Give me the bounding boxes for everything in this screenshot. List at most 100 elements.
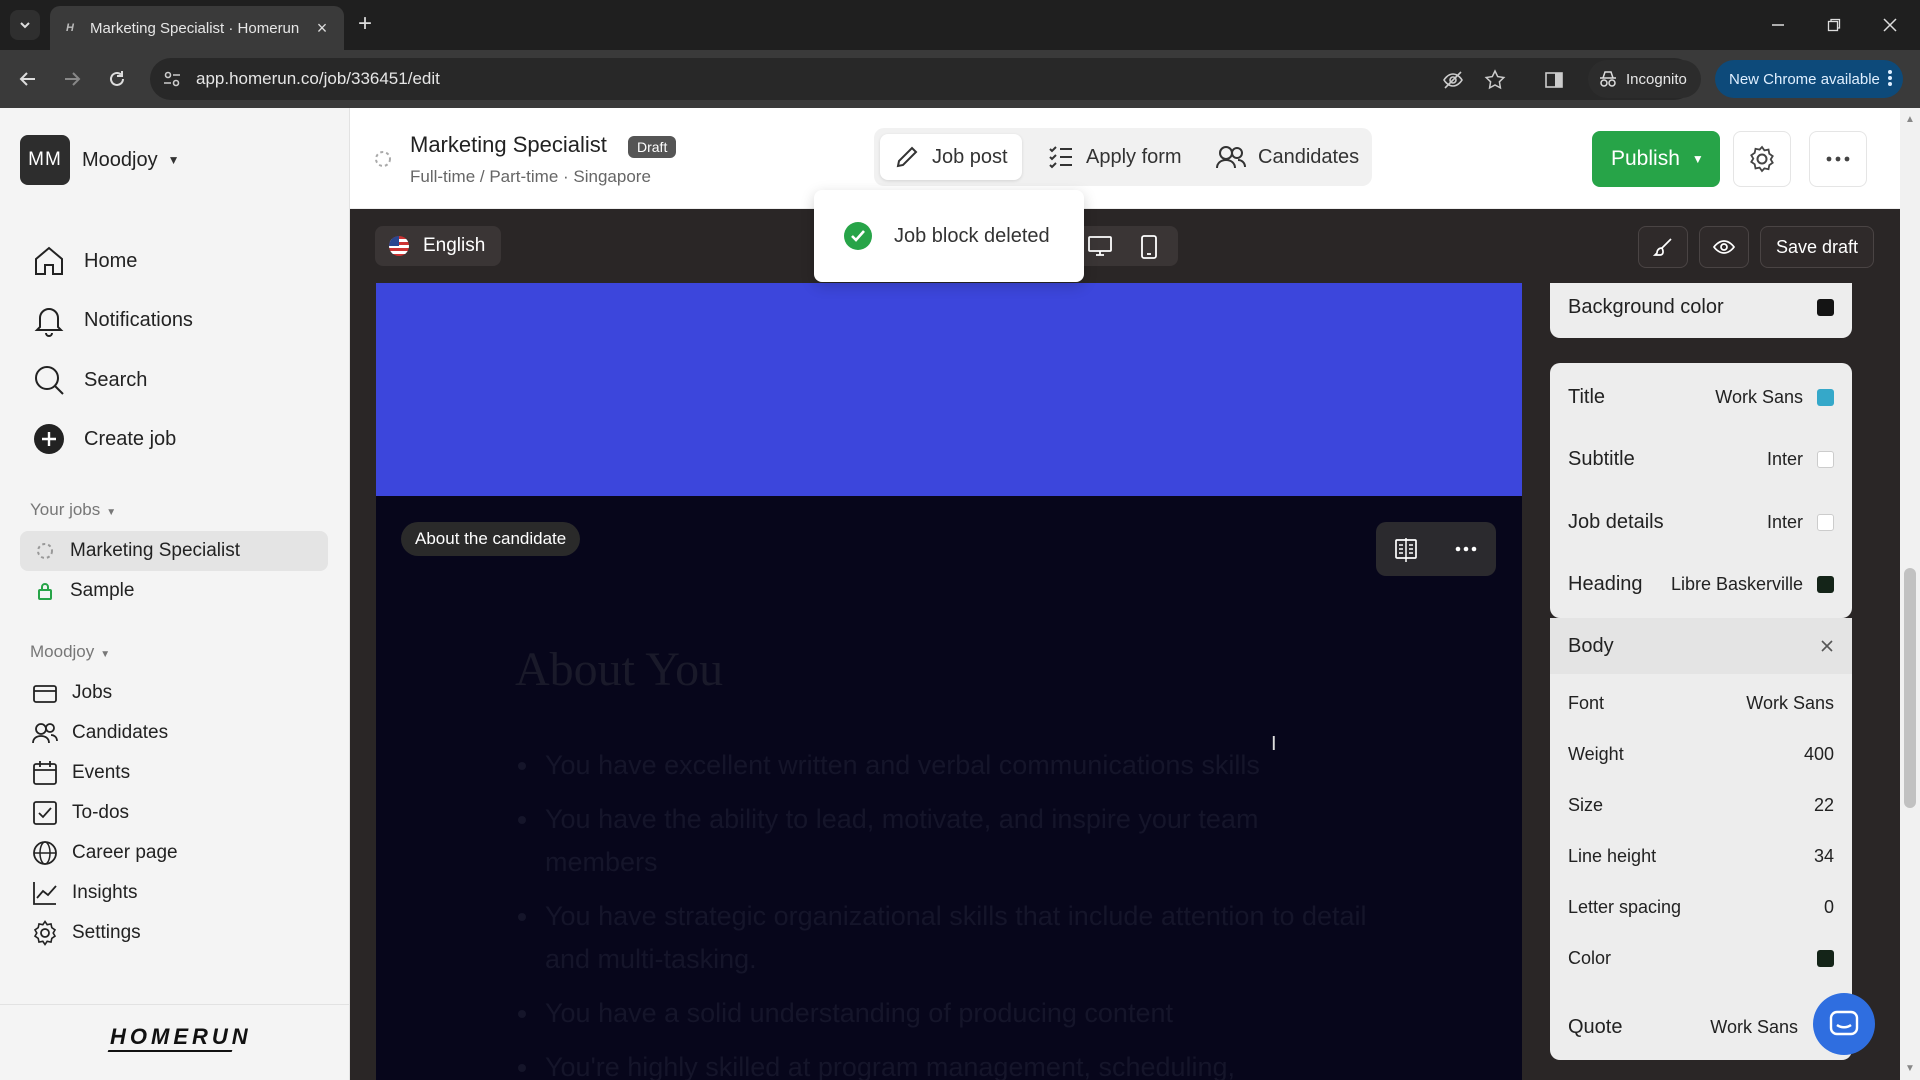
desktop-icon[interactable] [1088, 235, 1112, 257]
sidebar-item-insights[interactable]: Insights [32, 880, 137, 906]
incognito-indicator[interactable]: Incognito [1588, 60, 1701, 98]
row-label: Color [1568, 947, 1612, 968]
caret-down-icon: ▼ [100, 649, 111, 660]
scrollbar-thumb[interactable] [1904, 568, 1916, 808]
incognito-icon [1600, 71, 1616, 87]
font-name: Libre Baskerville [1670, 573, 1803, 594]
brush-icon [1653, 238, 1672, 256]
font-name: Inter [1766, 511, 1803, 532]
body-letter-spacing-row[interactable]: Letter spacing 0 [1568, 887, 1834, 927]
style-row-subtitle[interactable]: Subtitle Inter [1568, 439, 1834, 479]
body-weight-row[interactable]: Weight 400 [1568, 734, 1834, 774]
sidebar-item-label: Jobs [72, 682, 113, 703]
size-value: 22 [1813, 794, 1834, 815]
job-title[interactable]: Marketing Specialist [410, 132, 607, 158]
sidebar-item-todos[interactable]: To-dos [32, 800, 129, 826]
font-name: Work Sans [1710, 1016, 1798, 1037]
chat-support-button[interactable] [1813, 993, 1875, 1055]
gear-icon [33, 920, 57, 946]
block-heading[interactable]: About You [515, 642, 723, 697]
arrow-left-icon [19, 72, 35, 86]
design-brush-button[interactable] [1638, 226, 1688, 268]
tab-candidates[interactable]: Candidates [1202, 134, 1373, 180]
scroll-up-icon[interactable]: ▲ [1905, 114, 1915, 125]
reload-button[interactable] [102, 64, 132, 94]
lock-icon [38, 583, 52, 600]
workspace-switcher[interactable]: MM Moodjoy ▼ [20, 135, 180, 185]
org-section-header[interactable]: Moodjoy ▼ [30, 642, 110, 662]
color-swatch[interactable] [1817, 450, 1834, 468]
new-tab-button[interactable]: + [352, 12, 378, 38]
forward-button[interactable] [57, 64, 87, 94]
scroll-down-icon[interactable]: ▼ [1905, 1063, 1915, 1074]
color-swatch[interactable] [1817, 575, 1834, 593]
color-swatch[interactable] [1817, 513, 1834, 531]
homerun-logo[interactable]: HOMERUN [110, 1024, 252, 1050]
star-icon[interactable] [1484, 69, 1506, 91]
close-tab-icon[interactable]: × [312, 18, 332, 39]
mobile-icon[interactable] [1140, 235, 1162, 259]
tab-apply-form[interactable]: Apply form [1034, 134, 1196, 180]
block-more-button[interactable] [1436, 522, 1496, 576]
body-color-row[interactable]: Color [1568, 938, 1834, 978]
logo-underline [107, 1050, 233, 1052]
row-label: Job details [1568, 510, 1664, 533]
block-bullet-list[interactable]: You have excellent written and verbal co… [515, 744, 1375, 1080]
body-line-height-row[interactable]: Line height 34 [1568, 836, 1834, 876]
eye-icon [1713, 240, 1735, 254]
color-swatch[interactable] [1817, 388, 1834, 406]
close-icon[interactable] [1820, 639, 1834, 653]
side-panel-icon[interactable] [1543, 69, 1565, 91]
eye-off-icon[interactable] [1442, 69, 1464, 91]
tab-job-post[interactable]: Job post [880, 134, 1022, 180]
url-text: app.homerun.co/job/336451/edit [196, 69, 440, 88]
sidebar-item-jobs[interactable]: Jobs [32, 680, 112, 706]
body-size-row[interactable]: Size 22 [1568, 785, 1834, 825]
style-row-quote[interactable]: Quote Work Sans [1568, 1007, 1798, 1047]
body-style-row[interactable]: Body [1568, 626, 1834, 666]
color-swatch[interactable] [1817, 298, 1834, 316]
preview-button[interactable] [1699, 226, 1749, 268]
style-row-job-details[interactable]: Job details Inter [1568, 502, 1834, 542]
nav-notifications[interactable]: Notifications [32, 303, 193, 337]
new-chrome-available-button[interactable]: New Chrome available [1715, 60, 1903, 98]
sidebar-item-candidates[interactable]: Candidates [32, 720, 168, 746]
restore-button[interactable] [1804, 0, 1864, 50]
site-settings-icon[interactable] [162, 69, 182, 89]
style-row-title[interactable]: Title Work Sans [1568, 377, 1834, 417]
nav-search[interactable]: Search [32, 363, 147, 397]
browser-tab[interactable]: H Marketing Specialist · Homerun × [50, 6, 344, 50]
publish-button[interactable]: Publish ▼ [1592, 131, 1720, 187]
sidebar-item-events[interactable]: Events [32, 760, 130, 786]
search-icon [35, 366, 64, 395]
more-options-button[interactable] [1809, 131, 1867, 187]
page-scrollbar[interactable]: ▲ ▼ [1900, 108, 1920, 1080]
job-settings-button[interactable] [1733, 131, 1791, 187]
color-swatch[interactable] [1817, 949, 1834, 967]
block-layout-button[interactable] [1376, 522, 1436, 576]
style-row-heading[interactable]: Heading Libre Baskerville [1568, 564, 1834, 604]
job-item-sample[interactable]: Sample [20, 571, 328, 611]
sidebar-item-label: Career page [72, 842, 178, 863]
minimize-button[interactable] [1748, 0, 1808, 50]
background-color-row[interactable]: Background color [1568, 287, 1834, 327]
language-selector[interactable]: English [375, 226, 502, 266]
check-circle-icon [844, 222, 872, 250]
sidebar-item-career-page[interactable]: Career page [32, 840, 178, 866]
job-meta: Full-time / Part-time · Singapore [410, 167, 651, 186]
your-jobs-section-header[interactable]: Your jobs ▼ [30, 500, 116, 520]
nav-home[interactable]: Home [32, 244, 137, 278]
job-item-marketing-specialist[interactable]: Marketing Specialist [20, 531, 328, 571]
header-block-preview[interactable] [376, 283, 1522, 496]
save-draft-button[interactable]: Save draft [1760, 226, 1874, 268]
back-button[interactable] [13, 64, 43, 94]
sidebar-item-settings[interactable]: Settings [32, 920, 141, 946]
checklist-icon [1049, 146, 1072, 169]
row-label: Size [1568, 794, 1604, 815]
nav-create-job[interactable]: Create job [32, 422, 176, 456]
body-font-row[interactable]: Font Work Sans [1568, 683, 1834, 723]
tab-search-button[interactable] [10, 10, 40, 40]
caret-down-icon: ▼ [106, 507, 117, 518]
close-window-button[interactable] [1860, 0, 1920, 50]
list-item: You have a solid understanding of produc… [515, 992, 1375, 1035]
